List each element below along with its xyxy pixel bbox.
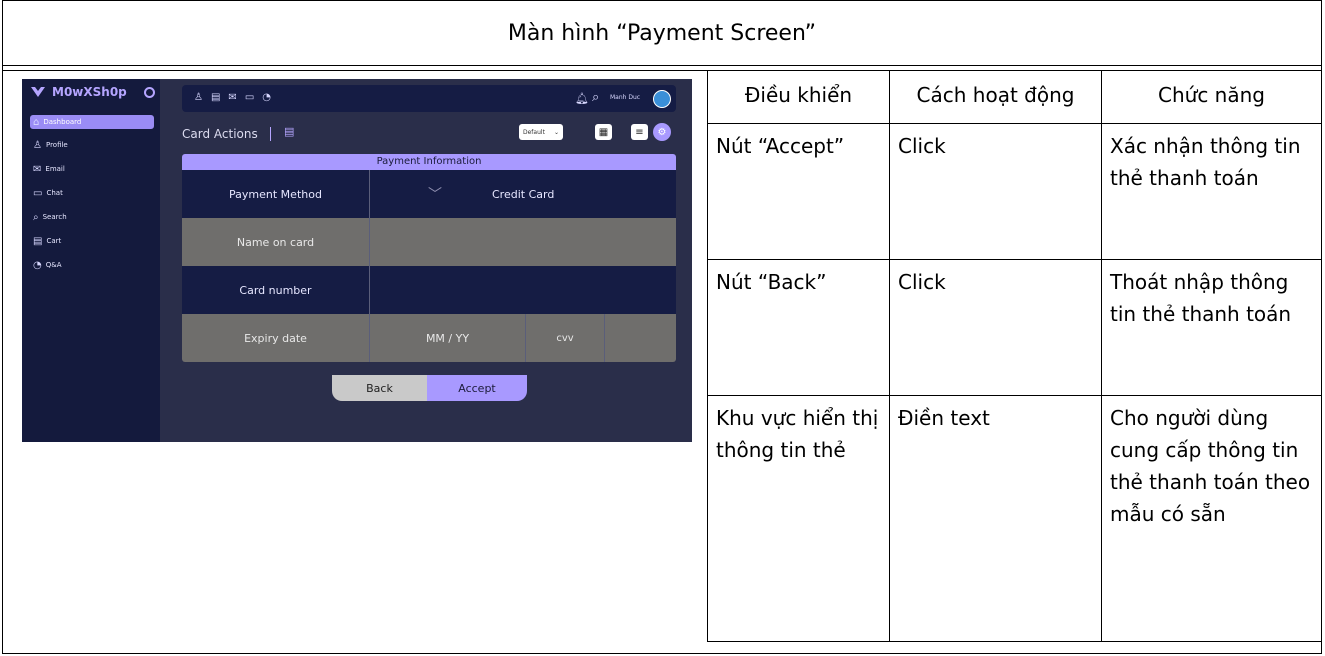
cvv-input[interactable]: cvv — [526, 314, 605, 362]
column-header: Cách hoạt động — [889, 70, 1102, 124]
sidebar: M0wXSh0p ⌂ Dashboard ♙ Profile ✉ Email ▭ Cha… — [22, 79, 160, 442]
table-cell: Click — [889, 259, 1102, 396]
avatar[interactable] — [653, 90, 671, 108]
table-cell: Cho người dùng cung cấp thông tin thẻ th… — [1101, 395, 1322, 642]
grid-icon: ▦ — [598, 126, 609, 138]
cart-icon: ▤ — [284, 125, 295, 138]
extra-field — [605, 314, 676, 362]
list-view-button[interactable]: ≡ — [631, 124, 648, 140]
cart-icon: ▤ — [33, 235, 43, 247]
name-on-card-label: Name on card — [182, 218, 370, 266]
search-icon: ⌕ — [33, 211, 39, 223]
card-title: Card Actions — [182, 127, 258, 141]
sidebar-item-email[interactable]: ✉ Email — [30, 162, 154, 176]
expiry-label: Expiry date — [182, 314, 370, 362]
top-bar: ♙ ▤ ✉ ▭ ◔ 🔔︎ ⌕ Manh Duc — [182, 85, 676, 112]
sidebar-item-dashboard[interactable]: ⌂ Dashboard — [30, 115, 154, 129]
brand-name: M0wXSh0p — [52, 85, 127, 99]
cart-icon[interactable]: ▤ — [211, 92, 220, 103]
view-select[interactable]: Default ⌄ — [519, 124, 563, 140]
help-icon: ◔ — [33, 259, 42, 271]
back-button[interactable]: Back — [332, 375, 427, 401]
payment-method-label: Payment Method — [182, 170, 370, 218]
table-cell: Xác nhận thông tin thẻ thanh toán — [1101, 123, 1322, 260]
chat-icon[interactable]: ▭ — [245, 92, 254, 103]
mail-icon[interactable]: ✉ — [228, 92, 236, 103]
mail-icon: ✉ — [33, 163, 42, 175]
accept-button[interactable]: Accept — [427, 375, 527, 401]
theme-toggle-icon[interactable] — [144, 87, 155, 98]
sidebar-item-cart[interactable]: ▤ Cart — [30, 234, 154, 248]
table-cell: Thoát nhập thông tin thẻ thanh toán — [1101, 259, 1322, 396]
divider — [270, 127, 271, 141]
sidebar-item-chat[interactable]: ▭ Chat — [30, 186, 154, 200]
grid-view-button[interactable]: ▦ — [595, 124, 612, 140]
gear-icon: ⚙ — [657, 126, 667, 138]
column-header: Điều khiển — [707, 70, 890, 124]
user-icon: ♙ — [33, 139, 42, 151]
card-number-input[interactable] — [370, 266, 676, 314]
user-icon[interactable]: ♙ — [194, 92, 203, 103]
card-number-label: Card number — [182, 266, 370, 314]
expiry-row: Expiry date MM / YY cvv — [182, 314, 676, 362]
search-icon[interactable]: ⌕ — [592, 90, 599, 105]
column-header: Chức năng — [1101, 70, 1322, 124]
brand-logo: M0wXSh0p — [30, 85, 127, 99]
form-actions: Back Accept — [332, 375, 527, 401]
divider — [2, 65, 1322, 66]
payment-method-select[interactable]: ﹀ Credit Card — [370, 170, 676, 218]
user-name: Manh Duc — [610, 94, 641, 101]
table-cell: Khu vực hiển thị thông tin thẻ — [707, 395, 890, 642]
table-row: Nút “Back” Click Thoát nhập thông tin th… — [707, 259, 1322, 396]
table-cell: Click — [889, 123, 1102, 260]
chat-icon: ▭ — [33, 187, 43, 199]
settings-button[interactable]: ⚙ — [653, 123, 671, 141]
chevron-down-icon: ⌄ — [553, 128, 559, 136]
table-row: Khu vực hiển thị thông tin thẻ Điền text… — [707, 395, 1322, 642]
card-number-row: Card number — [182, 266, 676, 314]
page-title: Màn hình “Payment Screen” — [507, 20, 817, 46]
help-icon[interactable]: ◔ — [262, 92, 271, 103]
table-cell: Nút “Accept” — [707, 123, 890, 260]
name-on-card-row: Name on card — [182, 218, 676, 266]
sidebar-item-profile[interactable]: ♙ Profile — [30, 138, 154, 152]
heart-logo-icon — [31, 87, 45, 97]
table-cell: Điền text — [889, 395, 1102, 642]
payment-method-row: Payment Method ﹀ Credit Card — [182, 170, 676, 218]
expiry-input[interactable]: MM / YY — [370, 314, 526, 362]
list-icon: ≡ — [635, 126, 644, 138]
sidebar-item-qa[interactable]: ◔ Q&A — [30, 258, 154, 272]
control-spec-table: Điều khiển Cách hoạt động Chức năng Nút … — [707, 70, 1322, 642]
payment-screen-mockup: M0wXSh0p ⌂ Dashboard ♙ Profile ✉ Email ▭ Cha… — [22, 79, 692, 442]
table-cell: Nút “Back” — [707, 259, 890, 396]
home-icon: ⌂ — [33, 116, 40, 128]
bell-icon[interactable]: 🔔︎ — [575, 92, 589, 105]
table-header-row: Điều khiển Cách hoạt động Chức năng — [707, 70, 1322, 124]
payment-form: Payment Information Payment Method ﹀ Cre… — [182, 154, 676, 362]
table-row: Nút “Accept” Click Xác nhận thông tin th… — [707, 123, 1322, 260]
name-on-card-input[interactable] — [370, 218, 676, 266]
sidebar-item-search[interactable]: ⌕ Search — [30, 210, 154, 224]
chevron-down-icon: ﹀ — [428, 187, 442, 203]
payment-form-header: Payment Information — [182, 154, 676, 170]
